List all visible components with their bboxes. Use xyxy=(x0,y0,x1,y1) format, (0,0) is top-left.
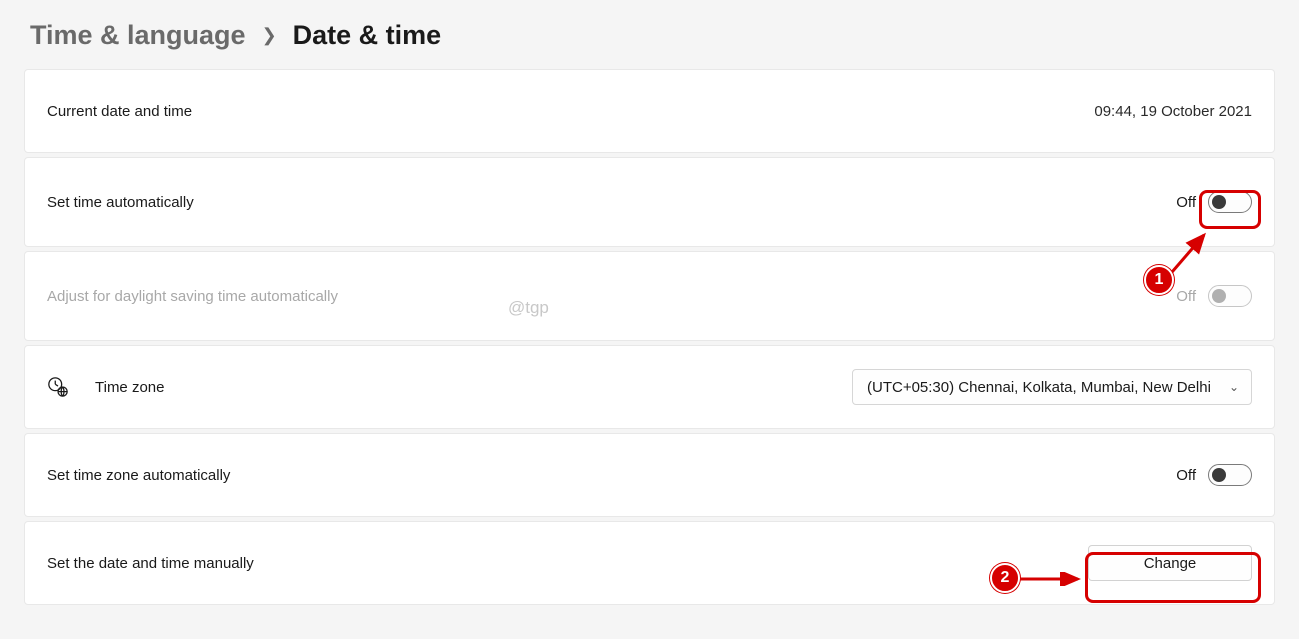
timezone-label: Time zone xyxy=(95,379,164,396)
current-date-time-value: 09:44, 19 October 2021 xyxy=(1094,103,1252,120)
change-button[interactable]: Change xyxy=(1088,545,1252,581)
set-time-auto-toggle[interactable] xyxy=(1208,191,1252,213)
chevron-right-icon: ❯ xyxy=(262,25,277,46)
dst-toggle xyxy=(1208,285,1252,307)
current-date-time-label: Current date and time xyxy=(47,103,192,120)
timezone-row: Time zone (UTC+05:30) Chennai, Kolkata, … xyxy=(24,345,1275,429)
breadcrumb-current: Date & time xyxy=(293,20,442,51)
set-timezone-auto-state: Off xyxy=(1176,467,1196,484)
breadcrumb: Time & language ❯ Date & time xyxy=(0,0,1299,69)
breadcrumb-parent[interactable]: Time & language xyxy=(30,20,246,51)
timezone-select-value: (UTC+05:30) Chennai, Kolkata, Mumbai, Ne… xyxy=(867,379,1211,396)
set-time-auto-state: Off xyxy=(1176,194,1196,211)
set-time-auto-label: Set time automatically xyxy=(47,194,194,211)
dst-row: Adjust for daylight saving time automati… xyxy=(24,251,1275,341)
set-timezone-auto-toggle[interactable] xyxy=(1208,464,1252,486)
set-manual-label: Set the date and time manually xyxy=(47,555,254,572)
dst-state: Off xyxy=(1176,288,1196,305)
dst-label: Adjust for daylight saving time automati… xyxy=(47,288,338,305)
current-date-time-row: Current date and time 09:44, 19 October … xyxy=(24,69,1275,153)
set-timezone-auto-label: Set time zone automatically xyxy=(47,467,230,484)
set-time-auto-row: Set time automatically Off xyxy=(24,157,1275,247)
chevron-down-icon: ⌄ xyxy=(1229,380,1239,394)
clock-globe-icon xyxy=(47,376,69,398)
set-timezone-auto-row: Set time zone automatically Off xyxy=(24,433,1275,517)
timezone-select[interactable]: (UTC+05:30) Chennai, Kolkata, Mumbai, Ne… xyxy=(852,369,1252,405)
set-manual-row: Set the date and time manually Change xyxy=(24,521,1275,605)
